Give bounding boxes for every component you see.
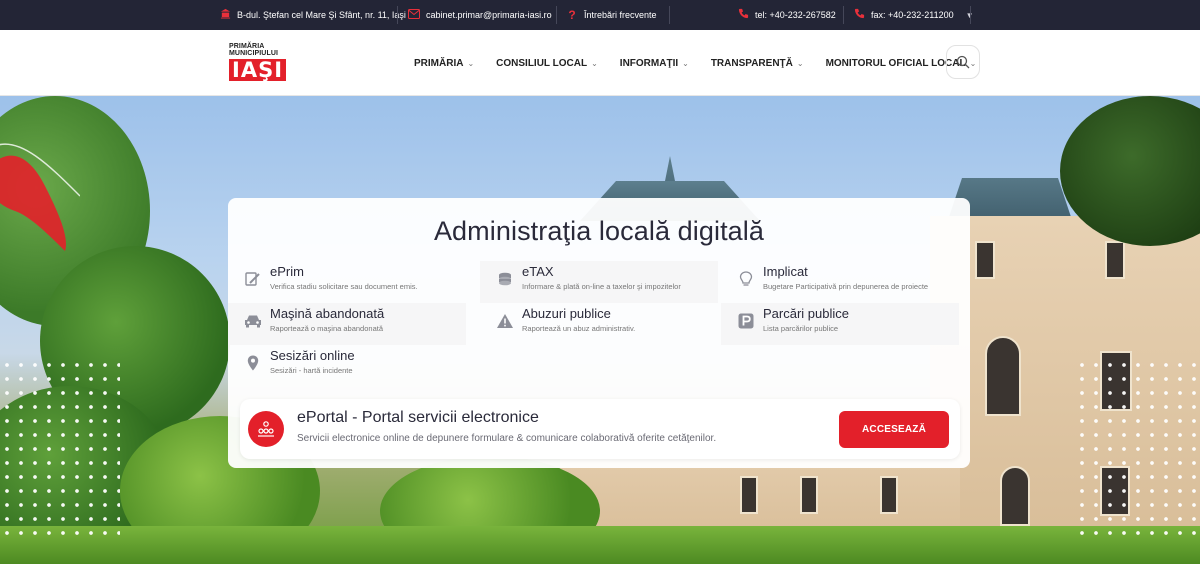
service-description: Bugetare Participativă prin depunerea de… xyxy=(763,282,929,291)
service-title: Implicat xyxy=(763,264,808,279)
service-description: Raportează o maşina abandonată xyxy=(270,324,383,333)
address-info: B-dul. Ştefan cel Mare Şi Sfânt, nr. 11,… xyxy=(219,0,406,30)
email-text: cabinet.primar@primaria-iasi.ro xyxy=(426,10,552,20)
building-window xyxy=(800,476,818,514)
fax-phone-icon xyxy=(853,8,865,22)
building-window xyxy=(880,476,898,514)
divider xyxy=(397,6,398,24)
digital-services-card: Administraţia locală digitală ePrim Veri… xyxy=(228,198,970,468)
service-eprim[interactable]: ePrim Verifica stadiu solicitare sau doc… xyxy=(228,261,466,303)
main-nav: PRIMĂRIA ⌄ CONSILIUL LOCAL ⌄ INFORMAŢII ⌄ T… xyxy=(414,30,998,96)
service-title: Sesizări online xyxy=(270,348,355,363)
nav-primaria[interactable]: PRIMĂRIA ⌄ xyxy=(414,58,474,69)
eportal-banner: ePortal - Portal servicii electronice Se… xyxy=(240,399,960,459)
edit-document-icon xyxy=(244,270,262,288)
nav-transparenta[interactable]: TRANSPARENŢĂ ⌄ xyxy=(711,58,804,69)
eportal-title: ePortal - Portal servicii electronice xyxy=(297,409,539,426)
service-description: Sesizări - hartă incidente xyxy=(270,366,353,375)
chevron-down-icon: ⌄ xyxy=(796,58,804,68)
logo-city: IAŞI xyxy=(229,59,287,81)
divider xyxy=(669,6,670,24)
site-header: PRIMĂRIA MUNICIPIULUI IAŞI PRIMĂRIA ⌄ CON… xyxy=(0,30,1200,96)
service-masina-abandonata[interactable]: Maşină abandonată Raportează o maşina ab… xyxy=(228,303,466,345)
divider xyxy=(970,6,971,24)
question-icon: ? xyxy=(568,8,576,22)
envelope-icon xyxy=(408,8,420,22)
address-text: B-dul. Ştefan cel Mare Şi Sfânt, nr. 11,… xyxy=(237,10,406,20)
logo[interactable]: PRIMĂRIA MUNICIPIULUI IAŞI xyxy=(229,43,305,85)
coins-icon xyxy=(496,270,514,288)
chevron-down-icon: ⌄ xyxy=(682,58,689,68)
building-window xyxy=(1000,466,1030,526)
warning-icon xyxy=(496,312,514,330)
phone-link[interactable]: tel: +40-232-267582 xyxy=(737,0,836,30)
faq-link[interactable]: ? Întrebări frecvente xyxy=(566,0,657,30)
service-description: Lista parcărilor publice xyxy=(763,324,839,333)
dot-pattern-decoration xyxy=(0,358,120,538)
service-title: ePrim xyxy=(270,264,304,279)
divider xyxy=(556,6,557,24)
service-sesizari-online[interactable]: Sesizări online Sesizări - hartă inciden… xyxy=(228,345,466,387)
building-window xyxy=(975,241,995,279)
email-link[interactable]: cabinet.primar@primaria-iasi.ro xyxy=(408,0,552,30)
nav-label: MONITORUL OFICIAL LOCAL xyxy=(825,57,966,69)
faq-text: Întrebări frecvente xyxy=(584,10,657,20)
phone-text: tel: +40-232-267582 xyxy=(755,10,836,20)
fax-text: fax: +40-232-211200 xyxy=(871,10,954,20)
service-implicat[interactable]: Implicat Bugetare Participativă prin dep… xyxy=(721,261,959,303)
service-description: Verifica stadiu solicitare sau document … xyxy=(270,282,418,291)
service-parcari-publice[interactable]: Parcări publice Lista parcărilor publice xyxy=(721,303,959,345)
divider xyxy=(843,6,844,24)
lightbulb-icon xyxy=(737,270,755,288)
service-etax[interactable]: eTAX Informare & plată on-line a taxelor… xyxy=(480,261,718,303)
service-title: Parcări publice xyxy=(763,306,849,321)
building-window xyxy=(740,476,758,514)
logo-line-2: MUNICIPIULUI xyxy=(229,50,279,57)
service-description: Informare & plată on-line a taxelor şi i… xyxy=(522,282,681,291)
eportal-description: Servicii electronice online de depunere … xyxy=(297,433,717,444)
building-icon xyxy=(219,8,231,22)
parking-icon xyxy=(737,312,755,330)
nav-label: PRIMĂRIA xyxy=(414,57,464,69)
building-window xyxy=(985,336,1021,416)
search-icon xyxy=(956,55,970,69)
top-bar: B-dul. Ştefan cel Mare Şi Sfânt, nr. 11,… xyxy=(0,0,1200,30)
dot-pattern-decoration xyxy=(1075,358,1200,538)
card-title: Administraţia locală digitală xyxy=(433,216,765,246)
service-title: Abuzuri publice xyxy=(522,306,611,321)
nav-consiliul-local[interactable]: CONSILIUL LOCAL ⌄ xyxy=(496,58,598,69)
nav-informatii[interactable]: INFORMAŢII ⌄ xyxy=(620,58,689,69)
map-pin-icon xyxy=(244,354,262,372)
chevron-down-icon: ⌄ xyxy=(591,58,598,68)
fax-link[interactable]: fax: +40-232-211200 ▼ xyxy=(853,0,974,30)
nav-label: INFORMAŢII xyxy=(619,57,679,69)
brush-stroke-decoration xyxy=(0,143,80,251)
logo-line-1: PRIMĂRIA xyxy=(229,43,265,50)
search-button[interactable] xyxy=(946,45,980,79)
nav-label: TRANSPARENŢĂ xyxy=(710,57,793,69)
car-icon xyxy=(244,312,262,330)
service-title: eTAX xyxy=(522,264,554,279)
service-abuzuri-publice[interactable]: Abuzuri publice Raportează un abuz admin… xyxy=(480,303,718,345)
nav-label: CONSILIUL LOCAL xyxy=(496,57,588,69)
lawn xyxy=(0,526,1200,564)
service-title: Maşină abandonată xyxy=(270,306,385,321)
phone-icon xyxy=(737,8,749,22)
building-window xyxy=(1105,241,1125,279)
service-description: Raportează un abuz administrativ. xyxy=(522,324,636,333)
chevron-down-icon: ⌄ xyxy=(467,58,475,68)
users-network-icon xyxy=(248,411,284,447)
access-button[interactable]: ACCESEAZĂ xyxy=(839,411,949,448)
